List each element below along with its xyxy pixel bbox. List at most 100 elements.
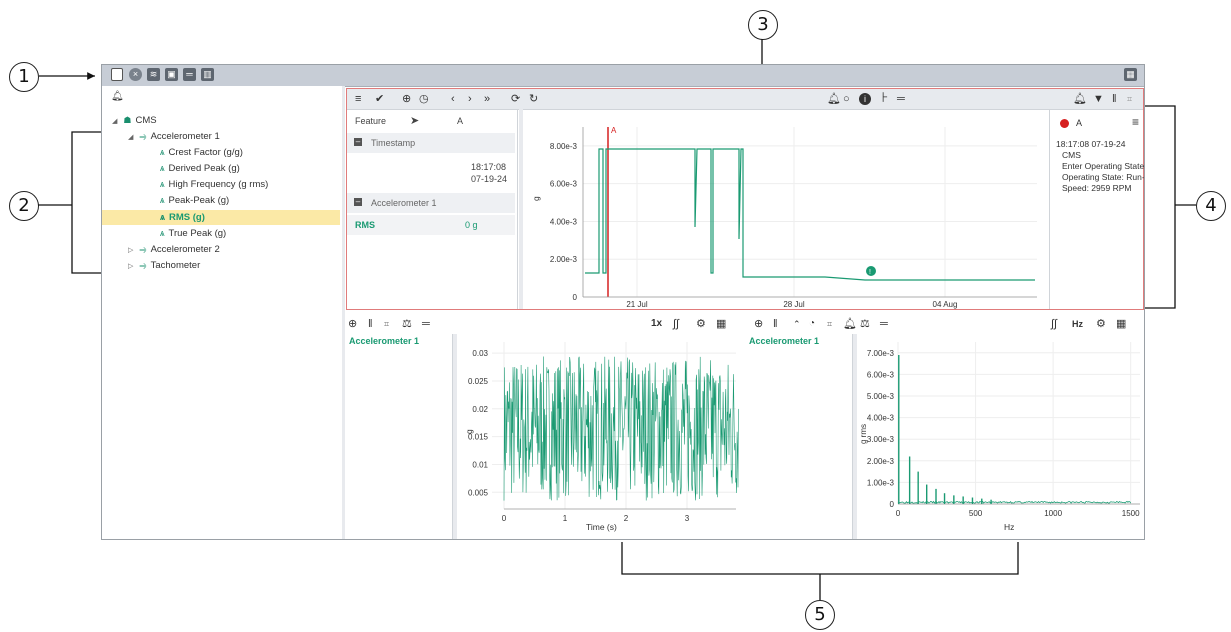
new-document-icon[interactable] [111, 68, 123, 81]
expand-arrow-icon[interactable]: ▷ [128, 263, 133, 270]
tree-item-label: Derived Peak (g) [168, 163, 240, 174]
trend-chart[interactable]: g 0 2.00e-3 4.00e-3 6.00e-3 8.00e-3 21 Jul 28 … [525, 109, 1045, 309]
x-tick-label: 0 [502, 514, 507, 523]
menu-icon[interactable]: ≡ [1132, 115, 1139, 129]
alarm-icon[interactable]: 🔔︎ [843, 316, 857, 332]
collapse-icon[interactable]: – [354, 138, 362, 146]
bell-icon[interactable]: 🔔︎ [827, 91, 841, 107]
chevron-right-icon[interactable]: › [468, 91, 472, 107]
tree-item-label: Accelerometer 2 [150, 244, 220, 255]
pulse-icon[interactable]: ⺊ [879, 91, 889, 107]
equals-icon[interactable]: ═ [897, 91, 905, 107]
compare-icon[interactable]: ⌗ [384, 316, 389, 332]
clock-icon[interactable]: ◷ [419, 91, 429, 107]
toolbox-icon[interactable]: ▥ [201, 68, 214, 81]
layout-grid-icon[interactable]: ▦ [716, 316, 726, 332]
timestamp-label: Timestamp [371, 138, 416, 148]
balance-icon[interactable]: ⚖ [402, 316, 412, 332]
zoom-icon[interactable]: ⊕ [348, 316, 357, 332]
spectrum-toolbar: ⊕ ‖ ⌃ ◔ ⌗ 🔔︎ ⚖ ═ ∫∫ Hz ⚙ ▦ [746, 314, 1144, 334]
image-icon[interactable]: ▣ [165, 68, 178, 81]
splitter-handle[interactable] [519, 109, 523, 309]
menu-icon[interactable]: ═ [183, 68, 196, 81]
tree-item-derived-peak[interactable]: ѧ Derived Peak (g) [160, 161, 240, 176]
tree-item-accelerometer-2[interactable]: ▷ ⥤ Accelerometer 2 [128, 242, 220, 257]
menu-icon[interactable]: ≡ [355, 91, 361, 107]
collapse-arrow-icon[interactable]: ◢ [112, 118, 117, 125]
filter-icon[interactable]: ▼ [1093, 91, 1104, 107]
splitter-handle[interactable] [853, 334, 857, 539]
spectrum-panel: ⊕ ‖ ⌃ ◔ ⌗ 🔔︎ ⚖ ═ ∫∫ Hz ⚙ ▦ Accelerometer… [746, 314, 1144, 539]
y-tick-label: 1.00e-3 [867, 478, 895, 487]
y-tick-label: 8.00e-3 [550, 142, 578, 151]
speedometer-icon[interactable]: ◔ [809, 316, 815, 332]
y-tick-label: 4.00e-3 [550, 217, 578, 226]
tree-item-crest-factor[interactable]: ѧ Crest Factor (g/g) [160, 145, 243, 160]
alarm-icon[interactable]: 🔔︎ [1073, 91, 1087, 107]
spectrum-chart[interactable]: 0 1.00e-3 2.00e-3 3.00e-3 4.00e-3 5.00e-3 6.00… [858, 334, 1143, 539]
y-tick-label: 0 [890, 500, 895, 509]
collapse-icon[interactable]: – [354, 198, 362, 206]
check-icon[interactable]: ✔ [375, 91, 384, 107]
tree-item-high-frequency[interactable]: ѧ High Frequency (g rms) [160, 177, 268, 192]
equals-icon[interactable]: ═ [422, 316, 430, 332]
settings-icon[interactable]: ⚙ [696, 316, 706, 332]
unit-label[interactable]: Hz [1072, 316, 1083, 332]
tree-item-tachometer[interactable]: ▷ ⥤ Tachometer [128, 258, 200, 273]
waveform-series [503, 356, 739, 501]
y-tick-label: 4.00e-3 [867, 414, 895, 423]
integrate-icon[interactable]: ∫∫ [1051, 316, 1057, 332]
rms-row[interactable]: RMS 0 g [347, 215, 515, 235]
tree-item-true-peak[interactable]: ѧ True Peak (g) [160, 226, 226, 241]
layout-grid-icon[interactable]: ▦ [1124, 68, 1137, 81]
y-tick-label: 0.025 [468, 377, 489, 386]
event-line-4: Speed: 2959 RPM [1062, 183, 1132, 193]
feed-icon[interactable]: ≋ [147, 68, 160, 81]
feature-icon: ѧ [160, 195, 165, 205]
trend-panel: ≡ ✔ ⊕ ◷ ‹ › » ⟳ ↻ 🔔︎ ○ i ⺊ ═ 🔔︎ ▼ ‖ ⌗ Fe… [346, 88, 1144, 310]
tree-item-label: True Peak (g) [168, 228, 227, 239]
pause-icon[interactable]: ‖ [773, 316, 778, 332]
balance-icon[interactable]: ⚖ [860, 316, 870, 332]
tree-item-peak-peak[interactable]: ѧ Peak-Peak (g) [160, 193, 229, 208]
splitter-handle[interactable] [453, 334, 457, 539]
compare-icon[interactable]: ⌗ [827, 316, 832, 332]
alarm-marker-icon[interactable] [866, 266, 876, 276]
double-chevron-right-icon[interactable]: » [484, 91, 490, 107]
expand-arrow-icon[interactable]: ▷ [128, 247, 133, 254]
chevron-up-icon[interactable]: ⌃ [793, 316, 801, 332]
vertical-splitter[interactable] [342, 86, 345, 539]
feature-icon: ѧ [160, 228, 165, 238]
callout-2: 2 [9, 191, 39, 221]
info-icon[interactable]: i [859, 93, 871, 105]
chevron-left-icon[interactable]: ‹ [451, 91, 455, 107]
waveform-chart[interactable]: 0.0050.010.0150.020.0250.030 1 2 3 g Time (… [458, 334, 743, 539]
x-tick-label: 04 Aug [933, 300, 958, 309]
marker-a-label: A [611, 126, 617, 135]
zoom-icon[interactable]: ⊕ [754, 316, 763, 332]
callout-5: 5 [805, 600, 835, 630]
equals-icon[interactable]: ═ [880, 316, 888, 332]
tree-item-accelerometer-1[interactable]: ◢ ⥤ Accelerometer 1 [128, 129, 220, 144]
timestamp-date: 07-19-24 [471, 174, 508, 184]
refresh-icon[interactable]: ↻ [529, 91, 538, 107]
column-feature: Feature [355, 116, 387, 126]
spectrum-noise-floor [897, 500, 1132, 504]
compare-icon[interactable]: ⌗ [1127, 91, 1132, 107]
pause-icon[interactable]: ‖ [1112, 91, 1117, 107]
close-circle-icon[interactable]: × [129, 68, 142, 81]
y-tick-label: 0.02 [472, 405, 488, 414]
layout-grid-icon[interactable]: ▦ [1116, 316, 1126, 332]
tree-item-rms[interactable]: ѧ RMS (g) [160, 210, 205, 225]
pause-icon[interactable]: ‖ [368, 316, 373, 332]
y-tick-label: 0 [573, 293, 578, 302]
settings-icon[interactable]: ⚙ [1096, 316, 1106, 332]
integrate-icon[interactable]: ∫∫ [673, 316, 679, 332]
bell-icon[interactable]: 🔔︎ [111, 91, 124, 102]
sync-icon[interactable]: ⟳ [511, 91, 520, 107]
tree-root-cms[interactable]: ◢ ☗ CMS [112, 113, 157, 128]
comment-icon[interactable]: ○ [843, 91, 850, 107]
collapse-arrow-icon[interactable]: ◢ [128, 134, 133, 141]
speed-label[interactable]: 1x [651, 316, 662, 332]
zoom-icon[interactable]: ⊕ [402, 91, 411, 107]
